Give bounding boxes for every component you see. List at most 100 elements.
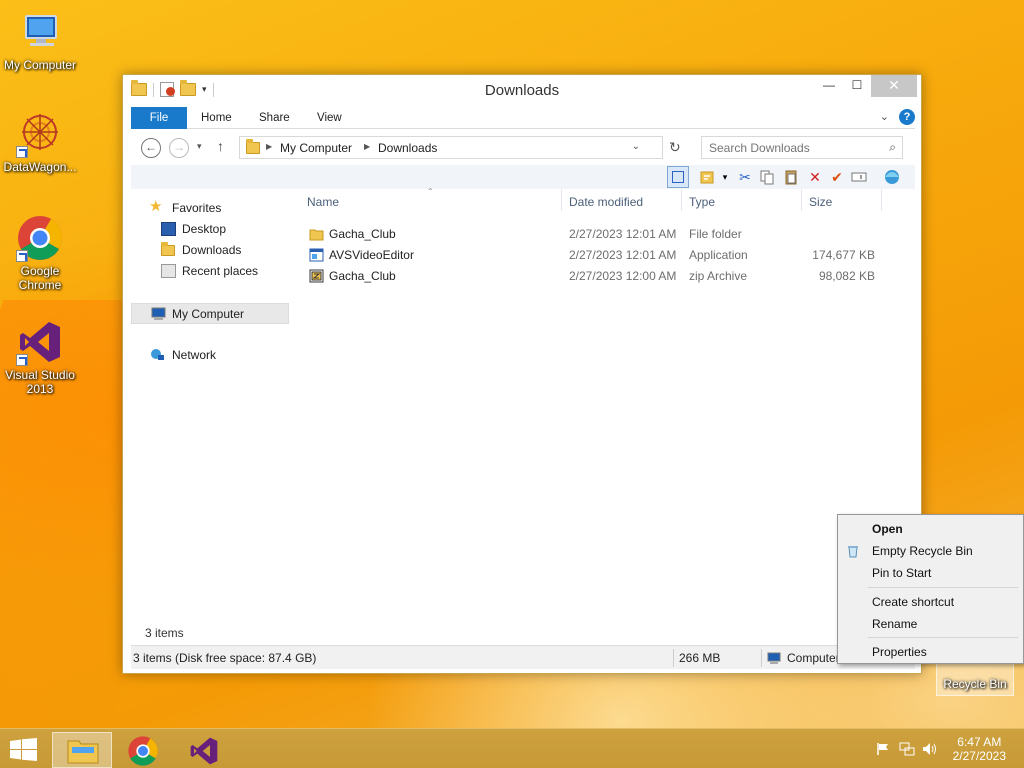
breadcrumb-separator-icon: ▶: [364, 142, 371, 151]
expand-ribbon-icon[interactable]: ⌄: [880, 110, 889, 123]
address-bar[interactable]: ▶ My Computer ▶ Downloads ⌄: [239, 136, 663, 159]
menu-divider: [868, 637, 1018, 638]
taskbar-chrome[interactable]: [113, 732, 173, 768]
back-button[interactable]: ←: [141, 138, 161, 158]
computer-icon: [151, 307, 166, 321]
forward-button[interactable]: →: [169, 138, 189, 158]
desktop-icon-my-computer[interactable]: My Computer: [0, 8, 80, 72]
nav-item-label: Desktop: [182, 222, 227, 236]
menu-item-properties[interactable]: Properties: [872, 645, 927, 659]
file-size: 98,082 KB: [818, 269, 875, 283]
nav-item-label: Downloads: [182, 243, 242, 257]
properties-icon[interactable]: [699, 169, 715, 185]
refresh-icon[interactable]: ↻: [669, 139, 681, 156]
file-name: Gacha_Club: [329, 227, 396, 241]
column-header-type[interactable]: Type: [689, 195, 715, 209]
start-button[interactable]: [10, 738, 38, 765]
navigation-pane: ★ Favorites Desktop Downloads Recent pla…: [131, 193, 291, 613]
nav-item-label: Favorites: [172, 201, 222, 215]
recent-places-icon: [161, 264, 176, 278]
shortcut-arrow-icon: [16, 354, 28, 366]
paste-icon[interactable]: [783, 169, 799, 185]
menu-item-rename[interactable]: Rename: [872, 617, 917, 631]
delete-icon[interactable]: ✕: [807, 169, 823, 185]
nav-item-my-computer[interactable]: My Computer: [131, 303, 289, 324]
chevron-down-icon[interactable]: ▾: [717, 169, 733, 185]
recycle-bin-icon: [846, 544, 860, 558]
desktop-icon-label: DataWagon...: [3, 160, 77, 174]
rename-icon[interactable]: [851, 169, 867, 185]
tab-file[interactable]: File: [131, 107, 187, 129]
column-header-date[interactable]: Date modified: [569, 195, 643, 209]
minimize-button[interactable]: —: [815, 75, 843, 97]
tab-home[interactable]: Home: [201, 107, 232, 129]
title-bar: ▾ Downloads — ☐ ✕: [123, 75, 921, 105]
clock[interactable]: 6:47 AM 2/27/2023: [953, 735, 1006, 763]
nav-item-desktop[interactable]: Desktop: [131, 219, 289, 239]
menu-item-empty-recycle-bin[interactable]: Empty Recycle Bin: [872, 544, 973, 558]
column-divider: [801, 189, 802, 211]
column-divider: [681, 189, 682, 211]
layout-pane-icon[interactable]: [667, 166, 689, 188]
search-input[interactable]: [709, 138, 879, 158]
close-button[interactable]: ✕: [871, 75, 917, 97]
column-header-size[interactable]: Size: [809, 195, 832, 209]
address-dropdown-icon[interactable]: ⌄: [632, 141, 640, 152]
breadcrumb-downloads[interactable]: Downloads: [378, 141, 437, 155]
help-button[interactable]: ?: [899, 109, 915, 125]
clock-time: 6:47 AM: [957, 735, 1002, 749]
desktop-icon-label: Recycle Bin: [943, 677, 1007, 691]
breadcrumb-my-computer[interactable]: My Computer: [280, 141, 352, 155]
menu-item-create-shortcut[interactable]: Create shortcut: [872, 595, 954, 609]
items-count: 3 items: [145, 626, 184, 640]
nav-item-recent-places[interactable]: Recent places: [131, 261, 289, 281]
context-menu: Open Empty Recycle Bin Pin to Start Crea…: [837, 514, 1024, 664]
datawagon-icon: [16, 110, 64, 158]
copy-icon[interactable]: [759, 169, 775, 185]
cut-icon[interactable]: ✂: [737, 169, 753, 185]
nav-item-network[interactable]: Network: [131, 345, 289, 365]
status-location: Computer: [787, 651, 840, 665]
maximize-button[interactable]: ☐: [843, 75, 871, 97]
address-row: ← → ▾ ↑ ▶ My Computer ▶ Downloads ⌄ ↻ ⌕: [131, 135, 915, 161]
file-date: 2/27/2023 12:01 AM: [569, 248, 677, 262]
up-arrow-icon[interactable]: ↑: [217, 138, 224, 154]
column-header-name[interactable]: Name: [307, 195, 339, 209]
file-list: ⌃ Name Date modified Type Size Gacha_Clu…: [299, 187, 915, 609]
nav-item-favorites[interactable]: ★ Favorites: [131, 198, 289, 218]
recent-locations-icon[interactable]: ▾: [197, 141, 202, 152]
desktop-icon-datawagon[interactable]: DataWagon...: [0, 110, 80, 174]
downloads-folder-icon: [161, 242, 175, 256]
desktop-icon-label: Google Chrome: [18, 264, 62, 292]
rename-check-icon[interactable]: ✔: [829, 169, 845, 185]
file-type: zip Archive: [689, 269, 748, 283]
computer-icon: [16, 8, 64, 56]
file-row[interactable]: Gacha_Club 2/27/2023 12:01 AM File folde…: [299, 223, 899, 244]
nav-item-downloads[interactable]: Downloads: [131, 240, 289, 260]
shortcut-arrow-icon: [16, 250, 28, 262]
search-box: ⌕: [701, 136, 903, 159]
menu-item-pin-to-start[interactable]: Pin to Start: [872, 566, 931, 580]
menu-item-open[interactable]: Open: [872, 522, 903, 536]
divider: [761, 649, 762, 667]
tab-share[interactable]: Share: [259, 107, 290, 129]
search-icon[interactable]: ⌕: [889, 140, 896, 155]
folder-icon: [246, 139, 260, 154]
preview-pane-icon[interactable]: [883, 169, 899, 185]
taskbar-visual-studio[interactable]: [174, 732, 234, 768]
status-bar: 3 items (Disk free space: 87.4 GB) 266 M…: [131, 645, 915, 669]
file-row[interactable]: AVSVideoEditor 2/27/2023 12:01 AM Applic…: [299, 244, 899, 265]
visual-studio-icon: [16, 318, 64, 366]
zip-archive-icon: [309, 269, 324, 286]
ribbon-tabs: File Home Share View ⌄ ?: [131, 107, 915, 129]
desktop-icon-google-chrome[interactable]: Google Chrome: [0, 214, 80, 292]
volume-icon[interactable]: [922, 742, 936, 756]
desktop-icon-visual-studio[interactable]: Visual Studio 2013: [0, 318, 80, 396]
network-tray-icon[interactable]: [899, 742, 915, 756]
star-icon: ★: [149, 198, 163, 215]
tab-view[interactable]: View: [317, 107, 342, 129]
file-row[interactable]: Gacha_Club 2/27/2023 12:00 AM zip Archiv…: [299, 265, 899, 286]
computer-icon: [767, 652, 783, 664]
taskbar-file-explorer[interactable]: [52, 732, 112, 768]
action-center-flag-icon[interactable]: [876, 742, 890, 756]
